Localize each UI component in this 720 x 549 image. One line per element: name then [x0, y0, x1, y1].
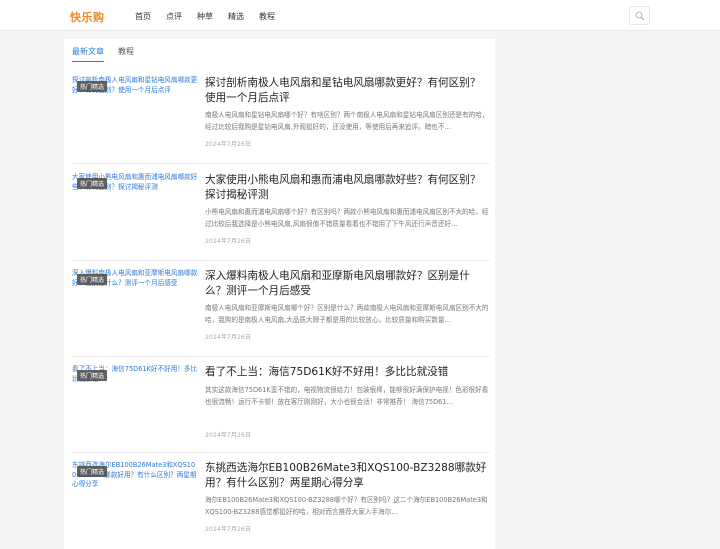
article-item: 看了不上当：海信75D61K好不好用！多比比就没错 热门精选 看了不上当：海信7…: [72, 365, 490, 453]
article-panel: 最新文章 教程 探讨剖析南极人电风扇和星钻电风扇哪款更好？有何区别？使用一个月后…: [64, 39, 495, 549]
search-button[interactable]: [629, 6, 650, 25]
article-item: 探讨剖析南极人电风扇和星钻电风扇哪款更好？有何区别？使用一个月后点评 热门精选 …: [72, 76, 490, 164]
article-title[interactable]: 大家使用小熊电风扇和惠而浦电风扇哪款好些？有何区别？探讨揭秘评测: [205, 173, 491, 202]
nav-item-featured[interactable]: 精选: [228, 11, 244, 22]
tab-latest-articles[interactable]: 最新文章: [72, 46, 104, 62]
article-tabs: 最新文章 教程: [72, 46, 148, 62]
hot-pick-badge: 热门精选: [77, 178, 108, 189]
article-date: 2024年7月26日: [205, 432, 252, 439]
hot-pick-badge: 热门精选: [77, 81, 108, 92]
article-thumbnail[interactable]: 东挑西选海尔EB100B26Mate3和XQS100-BZ3288哪款好用？有什…: [72, 461, 198, 525]
nav-item-reviews[interactable]: 点评: [166, 11, 182, 22]
site-logo[interactable]: 快乐购: [70, 9, 105, 25]
article-date: 2024年7月26日: [205, 334, 252, 341]
article-date: 2024年7月26日: [205, 526, 252, 533]
search-icon: [635, 11, 645, 21]
hot-pick-badge: 热门精选: [77, 370, 108, 381]
article-title[interactable]: 东挑西选海尔EB100B26Mate3和XQS100-BZ3288哪款好用？有什…: [205, 461, 491, 490]
top-header: 快乐购 首页 点评 种草 精选 教程: [0, 0, 720, 31]
tab-tutorials[interactable]: 教程: [118, 46, 134, 62]
article-thumbnail[interactable]: 看了不上当：海信75D61K好不好用！多比比就没错 热门精选: [72, 365, 198, 429]
nav-item-recommend[interactable]: 种草: [197, 11, 213, 22]
article-excerpt: 南极人电风扇和星钻电风扇哪个好？有啥区别？两个南极人电风扇和星钻电风扇区别还是有…: [205, 111, 489, 131]
article-thumbnail[interactable]: 大家使用小熊电风扇和惠而浦电风扇哪款好些？有何区别？探讨揭秘评测 热门精选: [72, 173, 198, 237]
article-item: 大家使用小熊电风扇和惠而浦电风扇哪款好些？有何区别？探讨揭秘评测 热门精选 大家…: [72, 173, 490, 261]
article-title[interactable]: 深入爆料南极人电风扇和亚摩斯电风扇哪款好？区别是什么？测评一个月后感受: [205, 269, 491, 298]
article-excerpt: 其实这款海信75D61K蛮不错的，电视物流很给力！包装很棒，能够很好满保护电视！…: [205, 386, 489, 406]
article-item: 东挑西选海尔EB100B26Mate3和XQS100-BZ3288哪款好用？有什…: [72, 461, 490, 549]
article-item: 深入爆料南极人电风扇和亚摩斯电风扇哪款好？区别是什么？测评一个月后感受 热门精选…: [72, 269, 490, 357]
hot-pick-badge: 热门精选: [77, 274, 108, 285]
article-date: 2024年7月26日: [205, 238, 252, 245]
article-thumbnail[interactable]: 探讨剖析南极人电风扇和星钻电风扇哪款更好？有何区别？使用一个月后点评 热门精选: [72, 76, 198, 140]
nav-item-home[interactable]: 首页: [135, 11, 151, 22]
article-excerpt: 海尔EB100B26Mate3和XQS100-BZ3288哪个好？有区别吗？这二…: [205, 496, 488, 516]
article-excerpt: 南极人电风扇和亚摩斯电风扇哪个好？区别是什么？两款南极人电风扇和亚摩斯电风扇区别…: [205, 304, 489, 324]
article-excerpt: 小熊电风扇和惠而浦电风扇哪个好？有区别吗？两款小熊电风扇和惠而浦电风扇区别不大的…: [205, 208, 489, 228]
hot-pick-badge: 热门精选: [77, 466, 108, 477]
article-thumbnail[interactable]: 深入爆料南极人电风扇和亚摩斯电风扇哪款好？区别是什么？测评一个月后感受 热门精选: [72, 269, 198, 333]
article-title[interactable]: 探讨剖析南极人电风扇和星钻电风扇哪款更好？有何区别？使用一个月后点评: [205, 76, 491, 105]
article-date: 2024年7月26日: [205, 141, 252, 148]
main-nav: 首页 点评 种草 精选 教程: [135, 11, 290, 22]
nav-item-tutorials[interactable]: 教程: [259, 11, 275, 22]
article-title[interactable]: 看了不上当：海信75D61K好不好用！多比比就没错: [205, 365, 491, 380]
